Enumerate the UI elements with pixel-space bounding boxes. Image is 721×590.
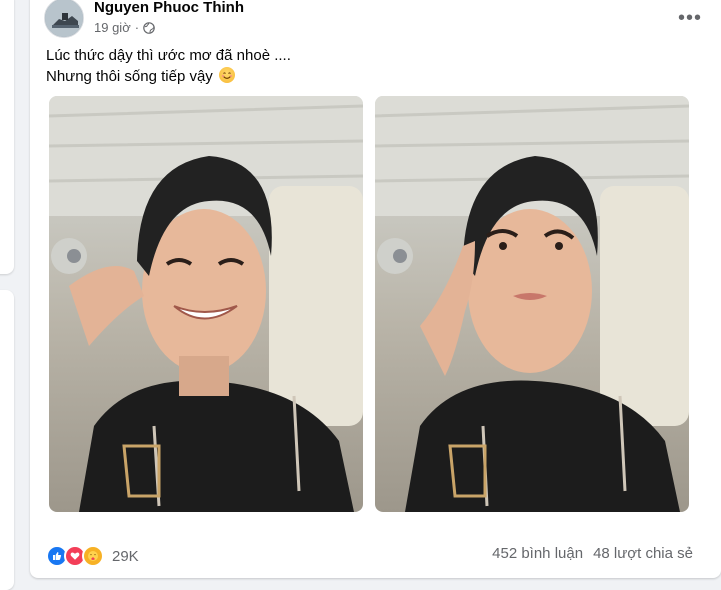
post-text-line-2: Nhưng thôi sống tiếp vậy bbox=[46, 66, 291, 87]
globe-icon[interactable] bbox=[143, 21, 155, 34]
smiling-face-emoji-icon bbox=[218, 67, 235, 83]
post-photo-2[interactable] bbox=[375, 96, 689, 512]
more-dots-icon: ••• bbox=[677, 7, 702, 29]
left-panel-edge-top bbox=[0, 0, 14, 274]
author-avatar[interactable] bbox=[44, 0, 84, 38]
post-photo-1[interactable] bbox=[49, 96, 363, 512]
avatar-image bbox=[45, 0, 83, 37]
author-name[interactable]: Nguyen Phuoc Thinh bbox=[94, 0, 244, 16]
post-meta: 19 giờ · bbox=[94, 20, 155, 35]
reactions-summary[interactable]: 29K bbox=[46, 545, 139, 567]
selfie-pose-photo-icon bbox=[375, 96, 689, 512]
post-header: Nguyen Phuoc Thinh 19 giờ · ••• bbox=[44, 0, 704, 42]
more-options-button[interactable]: ••• bbox=[672, 0, 708, 36]
post-text-line-1: Lúc thức dậy thì ước mơ đã nhoè .... bbox=[46, 47, 291, 64]
reaction-count[interactable]: 29K bbox=[112, 548, 139, 565]
post-time[interactable]: 19 giờ bbox=[94, 20, 131, 35]
post-text: Lúc thức dậy thì ước mơ đã nhoè .... Như… bbox=[46, 45, 291, 87]
shares-count[interactable]: 48 lượt chia sẻ bbox=[593, 545, 693, 562]
care-icon bbox=[82, 545, 104, 567]
comments-count[interactable]: 452 bình luận bbox=[492, 545, 583, 562]
post-stats: 452 bình luận 48 lượt chia sẻ bbox=[492, 545, 693, 562]
selfie-smiling-photo-icon bbox=[49, 96, 363, 512]
feed-post: Nguyen Phuoc Thinh 19 giờ · ••• Lúc thức… bbox=[30, 0, 721, 578]
left-panel-edge-bottom bbox=[0, 290, 14, 590]
